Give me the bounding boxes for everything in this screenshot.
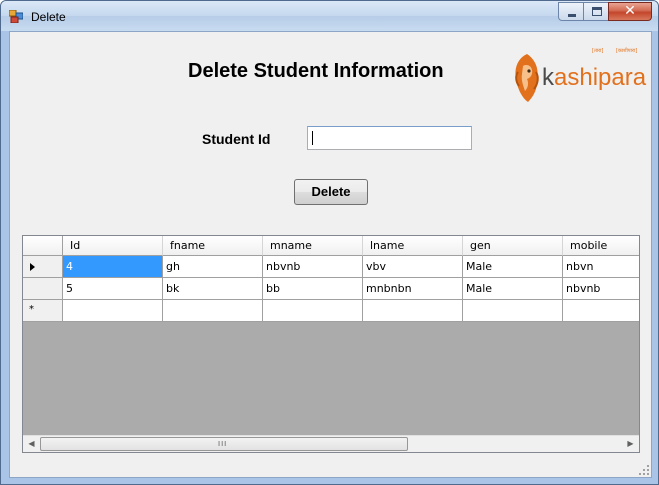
table-cell[interactable]: [263, 300, 363, 322]
logo-tagline-right: [काशीपारा]: [616, 48, 638, 54]
caption-buttons: ✕: [558, 2, 652, 22]
table-cell[interactable]: 4: [63, 256, 163, 278]
student-id-label: Student Id: [202, 131, 271, 147]
table-cell[interactable]: [163, 300, 263, 322]
logo-letter-k: k: [542, 64, 554, 91]
row-header[interactable]: [23, 256, 63, 278]
table-cell[interactable]: bb: [263, 278, 363, 300]
grid-corner-header[interactable]: [23, 236, 63, 256]
column-header-mobile[interactable]: mobile: [563, 236, 639, 256]
table-cell[interactable]: nbvnb: [263, 256, 363, 278]
column-header-fname[interactable]: fname: [163, 236, 263, 256]
table-row[interactable]: 5 bk bb mnbnbn Male nbvnb: [23, 278, 639, 300]
logo-wordmark: kashipara: [542, 64, 646, 92]
minimize-icon: [568, 14, 576, 17]
maximize-icon: [592, 7, 602, 16]
table-cell[interactable]: nbvn: [563, 256, 639, 278]
table-cell[interactable]: gh: [163, 256, 263, 278]
students-data-grid[interactable]: Id fname mname lname gen mobile 4 gh nbv…: [22, 235, 640, 453]
column-header-mname[interactable]: mname: [263, 236, 363, 256]
table-cell[interactable]: Male: [463, 256, 563, 278]
grid-body: Id fname mname lname gen mobile 4 gh nbv…: [23, 236, 639, 436]
new-row[interactable]: *: [23, 300, 639, 322]
row-header[interactable]: *: [23, 300, 63, 322]
maximize-button[interactable]: [583, 2, 609, 21]
table-cell[interactable]: [363, 300, 463, 322]
title-bar[interactable]: Delete ✕: [1, 1, 658, 31]
page-title: Delete Student Information: [188, 60, 444, 82]
kashipara-logo: [तारा] [काशीपारा] kashipara: [512, 46, 646, 108]
table-cell[interactable]: mnbnbn: [363, 278, 463, 300]
delete-window: Delete ✕ Delete Student Information [तार: [0, 0, 659, 485]
minimize-button[interactable]: [558, 2, 584, 21]
logo-word-rest: ashipara: [554, 64, 647, 91]
table-cell[interactable]: nbvnb: [563, 278, 639, 300]
horizontal-scrollbar[interactable]: ◀ III ▶: [23, 435, 639, 452]
close-button[interactable]: ✕: [608, 2, 652, 21]
row-arrow-icon: [30, 263, 35, 271]
scroll-grip: III: [218, 440, 228, 448]
table-cell[interactable]: vbv: [363, 256, 463, 278]
table-row[interactable]: 4 gh nbvnb vbv Male nbvn: [23, 256, 639, 278]
table-cell[interactable]: Male: [463, 278, 563, 300]
form-client-area: Delete Student Information [तारा] [काशीप…: [9, 31, 652, 478]
column-header-id[interactable]: Id: [63, 236, 163, 256]
column-header-gen[interactable]: gen: [463, 236, 563, 256]
scroll-thumb[interactable]: III: [40, 437, 408, 451]
column-header-lname[interactable]: lname: [363, 236, 463, 256]
close-icon: ✕: [624, 3, 636, 19]
lion-logo-icon: [515, 54, 539, 102]
table-cell[interactable]: 5: [63, 278, 163, 300]
resize-grip-icon[interactable]: [639, 465, 649, 475]
window-title: Delete: [31, 10, 66, 24]
delete-button[interactable]: Delete: [294, 179, 368, 205]
grid-header-row: Id fname mname lname gen mobile: [23, 236, 639, 256]
scroll-right-icon[interactable]: ▶: [622, 436, 639, 452]
text-caret: [312, 131, 313, 145]
logo-tagline-left: [तारा]: [592, 48, 604, 54]
table-cell[interactable]: [63, 300, 163, 322]
form-icon: [9, 10, 23, 23]
table-cell[interactable]: [563, 300, 639, 322]
new-row-marker: *: [29, 304, 34, 315]
student-id-input[interactable]: [307, 126, 472, 150]
row-header[interactable]: [23, 278, 63, 300]
scroll-left-icon[interactable]: ◀: [23, 436, 40, 452]
table-cell[interactable]: bk: [163, 278, 263, 300]
table-cell[interactable]: [463, 300, 563, 322]
